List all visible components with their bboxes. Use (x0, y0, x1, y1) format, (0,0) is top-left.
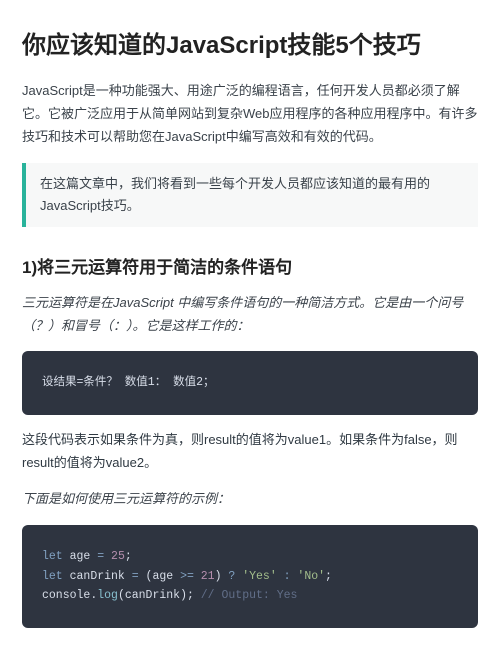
var-age: age (152, 570, 180, 583)
intro-paragraph: JavaScript是一种功能强大、用途广泛的编程语言，任何开发人员都必须了解它… (22, 80, 478, 148)
op-gte: >= (180, 570, 194, 583)
str-yes: 'Yes' (235, 570, 283, 583)
arg-candrink: canDrink (125, 589, 180, 602)
var-candrink: canDrink (63, 570, 132, 583)
semi: ; (125, 550, 132, 563)
semi: ; (325, 570, 332, 583)
code-line: 设结果=条件？ 数值1： 数值2； (42, 376, 215, 389)
comment: // Output: Yes (201, 589, 298, 602)
str-no: 'No' (291, 570, 326, 583)
section-1-lead: 三元运算符是在JavaScript 中编写条件语句的一种简洁方式。它是由一个问号… (22, 292, 478, 338)
code-block-pseudo: 设结果=条件？ 数值1： 数值2； (22, 351, 478, 415)
num-25: 25 (104, 550, 125, 563)
section-1-lead2: 下面是如何使用三元运算符的示例： (22, 488, 478, 511)
section-1-heading: 1)将三元运算符用于简洁的条件语句 (22, 253, 478, 278)
var-age: age (63, 550, 98, 563)
op-eq: = (132, 570, 139, 583)
fn-log: log (97, 589, 118, 602)
num-21: 21 (194, 570, 215, 583)
section-1-explain: 这段代码表示如果条件为真，则result的值将为value1。如果条件为fals… (22, 429, 478, 475)
callout-text: 在这篇文章中，我们将看到一些每个开发人员都应该知道的最有用的JavaScript… (40, 176, 430, 213)
callout-box: 在这篇文章中，我们将看到一些每个开发人员都应该知道的最有用的JavaScript… (22, 163, 478, 227)
kw-let: let (42, 550, 63, 563)
code-block-example: let age = 25; let canDrink = (age >= 21)… (22, 525, 478, 628)
obj-console: console (42, 589, 90, 602)
kw-let: let (42, 570, 63, 583)
paren: ( (118, 589, 125, 602)
paren: ( (139, 570, 153, 583)
article-title: 你应该知道的JavaScript技能5个技巧 (22, 30, 478, 62)
paren: ) (215, 570, 229, 583)
paren: ); (180, 589, 201, 602)
op-ternary-c: : (284, 570, 291, 583)
